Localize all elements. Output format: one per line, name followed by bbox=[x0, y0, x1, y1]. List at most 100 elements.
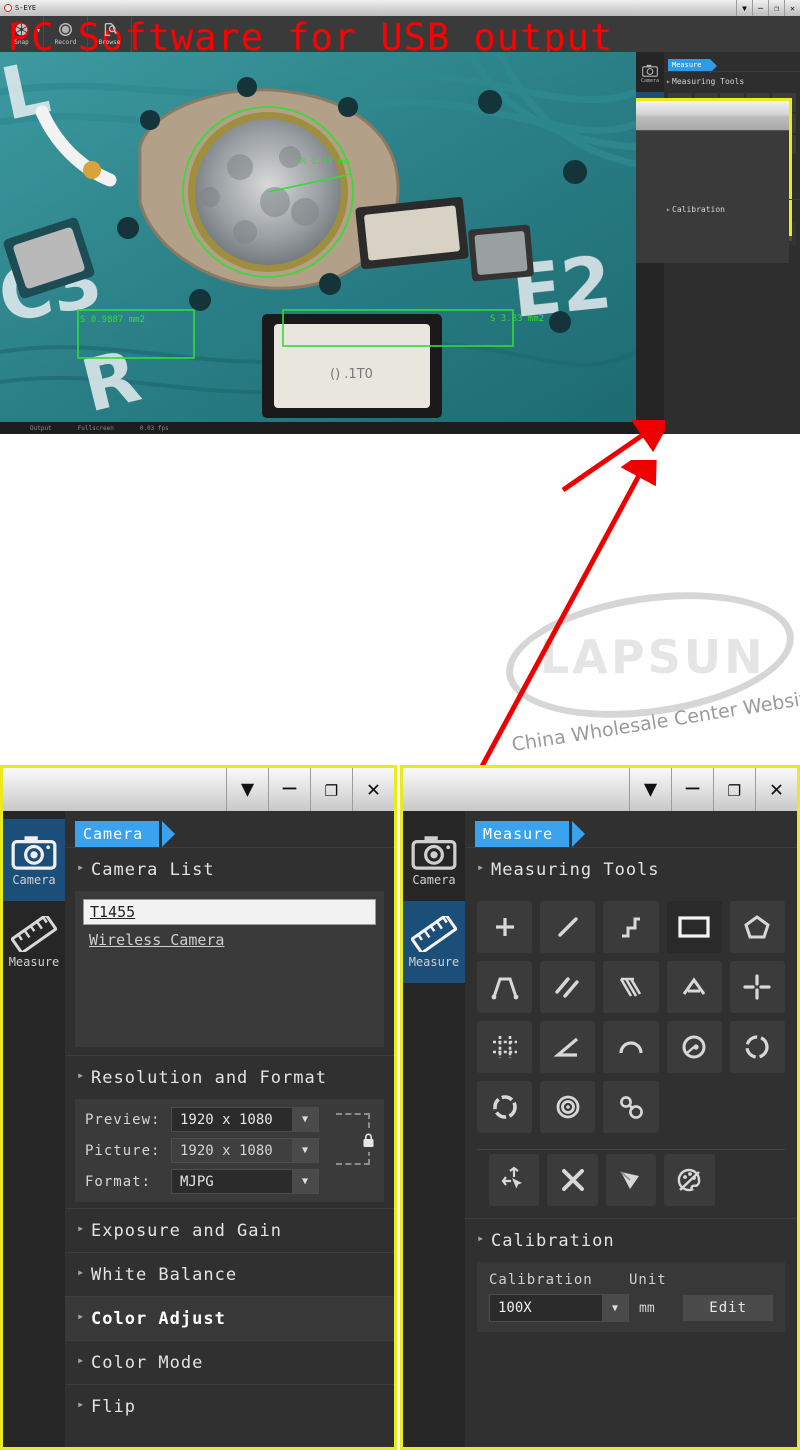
measure-panel: ▼ ─ ❐ ✕ Camera Measure Measure Measuring… bbox=[400, 765, 800, 1450]
resolution-box: Preview: 1920 x 1080 ▼ Picture: 1920 x 1… bbox=[75, 1099, 384, 1202]
preview-label: Preview: bbox=[85, 1111, 161, 1128]
section-camera-list[interactable]: Camera List bbox=[65, 847, 394, 891]
record-label: Record bbox=[54, 39, 77, 46]
tool-grid[interactable] bbox=[477, 1021, 533, 1073]
section-color-mode[interactable]: Color Mode bbox=[65, 1340, 394, 1384]
section-measuring-tools[interactable]: Measuring Tools bbox=[664, 71, 800, 90]
minimize-icon[interactable]: ─ bbox=[268, 768, 310, 811]
preview-select[interactable]: 1920 x 1080 ▼ bbox=[171, 1107, 319, 1132]
tool-two-circle-distance[interactable] bbox=[603, 1081, 659, 1133]
close-icon[interactable]: ✕ bbox=[755, 768, 797, 811]
picture-select[interactable]: 1920 x 1080 ▼ bbox=[171, 1138, 319, 1163]
tab-measure[interactable]: Measure bbox=[475, 821, 586, 847]
snap-label: Snap bbox=[14, 39, 29, 46]
tool-polygon[interactable] bbox=[729, 901, 785, 953]
lock-icon[interactable] bbox=[355, 1128, 381, 1152]
record-button[interactable]: Record bbox=[44, 16, 88, 52]
camera-panel-titlebar: ▼ ─ ❐ ✕ bbox=[3, 768, 394, 811]
calibration-field-label: Calibration bbox=[489, 1272, 593, 1288]
format-row: Format: MJPG ▼ bbox=[85, 1169, 374, 1194]
camera-list-selected[interactable]: T1455 bbox=[83, 899, 376, 925]
edit-button[interactable]: Edit bbox=[683, 1295, 773, 1321]
tool-angle-vertex[interactable] bbox=[666, 961, 722, 1013]
calibration-value: 100X bbox=[498, 1300, 532, 1316]
record-icon bbox=[58, 22, 73, 37]
dropdown-icon[interactable]: ▼ bbox=[629, 768, 671, 811]
action-select-move[interactable] bbox=[489, 1154, 540, 1206]
sidebar-label-measure: Measure bbox=[8, 954, 60, 969]
restore-icon[interactable]: ❐ bbox=[713, 768, 755, 811]
tool-parallel-distance[interactable] bbox=[477, 961, 533, 1013]
calibration-select[interactable]: 100X ▼ bbox=[489, 1294, 629, 1322]
camera-icon bbox=[411, 835, 457, 870]
sidebar-item-measure[interactable]: Measure bbox=[3, 901, 65, 983]
measure-panel-rail: Camera Measure bbox=[403, 811, 465, 1447]
chevron-down-icon: ▼ bbox=[292, 1170, 318, 1193]
section-calibration[interactable]: Calibration bbox=[664, 199, 800, 218]
format-select[interactable]: MJPG ▼ bbox=[171, 1169, 319, 1194]
browse-label: Browse bbox=[98, 39, 121, 46]
pcb-image: L C3 R E2 bbox=[0, 52, 636, 422]
section-white-balance[interactable]: White Balance bbox=[65, 1252, 394, 1296]
dropdown-icon[interactable]: ▼ bbox=[226, 768, 268, 811]
resolution-link-bracket bbox=[336, 1113, 381, 1165]
area-annotation-1: S 0.9887 mm2 bbox=[80, 315, 146, 325]
section-flip[interactable]: Flip bbox=[65, 1384, 394, 1428]
tool-arc[interactable] bbox=[603, 1021, 659, 1073]
minimize-icon[interactable]: ─ bbox=[671, 768, 713, 811]
browse-button[interactable]: Browse bbox=[88, 16, 132, 52]
calibration-headers: Calibration Unit bbox=[489, 1272, 773, 1288]
tool-line[interactable] bbox=[540, 901, 596, 953]
camera-panel-rail: Camera Measure bbox=[3, 811, 65, 1447]
preview-row: Preview: 1920 x 1080 ▼ bbox=[85, 1107, 374, 1132]
picture-label: Picture: bbox=[85, 1142, 161, 1159]
tool-angle[interactable] bbox=[540, 1021, 596, 1073]
status-fps: 0.03 fps bbox=[139, 424, 169, 432]
action-clear-all[interactable] bbox=[605, 1154, 657, 1206]
close-icon[interactable]: ✕ bbox=[352, 768, 394, 811]
list-item[interactable]: Wireless Camera bbox=[83, 925, 376, 955]
camera-panel-content: Camera Camera List T1455 Wireless Camera… bbox=[65, 811, 394, 1447]
arrow-annotation-3 bbox=[477, 460, 658, 772]
sidebar-item-camera[interactable]: Camera bbox=[3, 819, 65, 901]
tool-concentric-circle[interactable] bbox=[540, 1081, 596, 1133]
tool-crosshair[interactable] bbox=[729, 961, 785, 1013]
svg-text:() .1T0: () .1T0 bbox=[330, 367, 373, 382]
chevron-down-icon: ▼ bbox=[292, 1108, 318, 1131]
tool-circle-center[interactable] bbox=[666, 1021, 722, 1073]
tool-multi-line[interactable] bbox=[603, 961, 659, 1013]
unit-value: mm bbox=[639, 1300, 655, 1316]
tab-measure[interactable]: Measure bbox=[668, 59, 716, 73]
camera-panel: ▼ ─ ❐ ✕ Camera Measure Camera Camera Lis… bbox=[0, 765, 397, 1450]
section-resolution-and-format[interactable]: Resolution and Format bbox=[65, 1055, 394, 1099]
action-delete[interactable] bbox=[547, 1154, 598, 1206]
picture-value: 1920 x 1080 bbox=[180, 1142, 273, 1159]
section-exposure-and-gain[interactable]: Exposure and Gain bbox=[65, 1208, 394, 1252]
section-color-adjust[interactable]: Color Adjust bbox=[65, 1296, 394, 1340]
status-output: Output bbox=[30, 424, 52, 432]
area-annotation-2: S 3.83 mm2 bbox=[490, 314, 545, 324]
chevron-down-icon[interactable]: ▼ bbox=[37, 28, 40, 34]
snap-button[interactable]: Snap ▼ bbox=[0, 16, 44, 52]
radius-annotation: R 1.13 mm bbox=[300, 157, 349, 167]
status-mode: Fullscreen bbox=[77, 424, 114, 432]
sidebar-item-measure[interactable]: Measure bbox=[403, 901, 465, 983]
browse-icon bbox=[102, 22, 117, 37]
measure-actions-grid bbox=[477, 1149, 785, 1218]
tool-rectangle[interactable] bbox=[666, 901, 722, 953]
tool-parallel-lines[interactable] bbox=[540, 961, 596, 1013]
tool-point[interactable] bbox=[477, 901, 533, 953]
chevron-down-icon: ▼ bbox=[602, 1295, 628, 1321]
tool-closed-curve[interactable] bbox=[477, 1081, 533, 1133]
sidebar-item-camera[interactable]: Camera bbox=[403, 819, 465, 901]
tool-polyline[interactable] bbox=[603, 901, 659, 953]
section-calibration[interactable]: Calibration bbox=[465, 1218, 797, 1262]
camera-list-box: T1455 Wireless Camera bbox=[75, 891, 384, 1047]
camera-preview[interactable]: L C3 R E2 bbox=[0, 52, 636, 434]
tool-circle-three-point[interactable] bbox=[729, 1021, 785, 1073]
measuring-tools-grid bbox=[465, 891, 797, 1143]
section-measuring-tools[interactable]: Measuring Tools bbox=[465, 847, 797, 891]
action-style-palette[interactable] bbox=[664, 1154, 715, 1206]
restore-icon[interactable]: ❐ bbox=[310, 768, 352, 811]
tab-camera[interactable]: Camera bbox=[75, 821, 176, 847]
